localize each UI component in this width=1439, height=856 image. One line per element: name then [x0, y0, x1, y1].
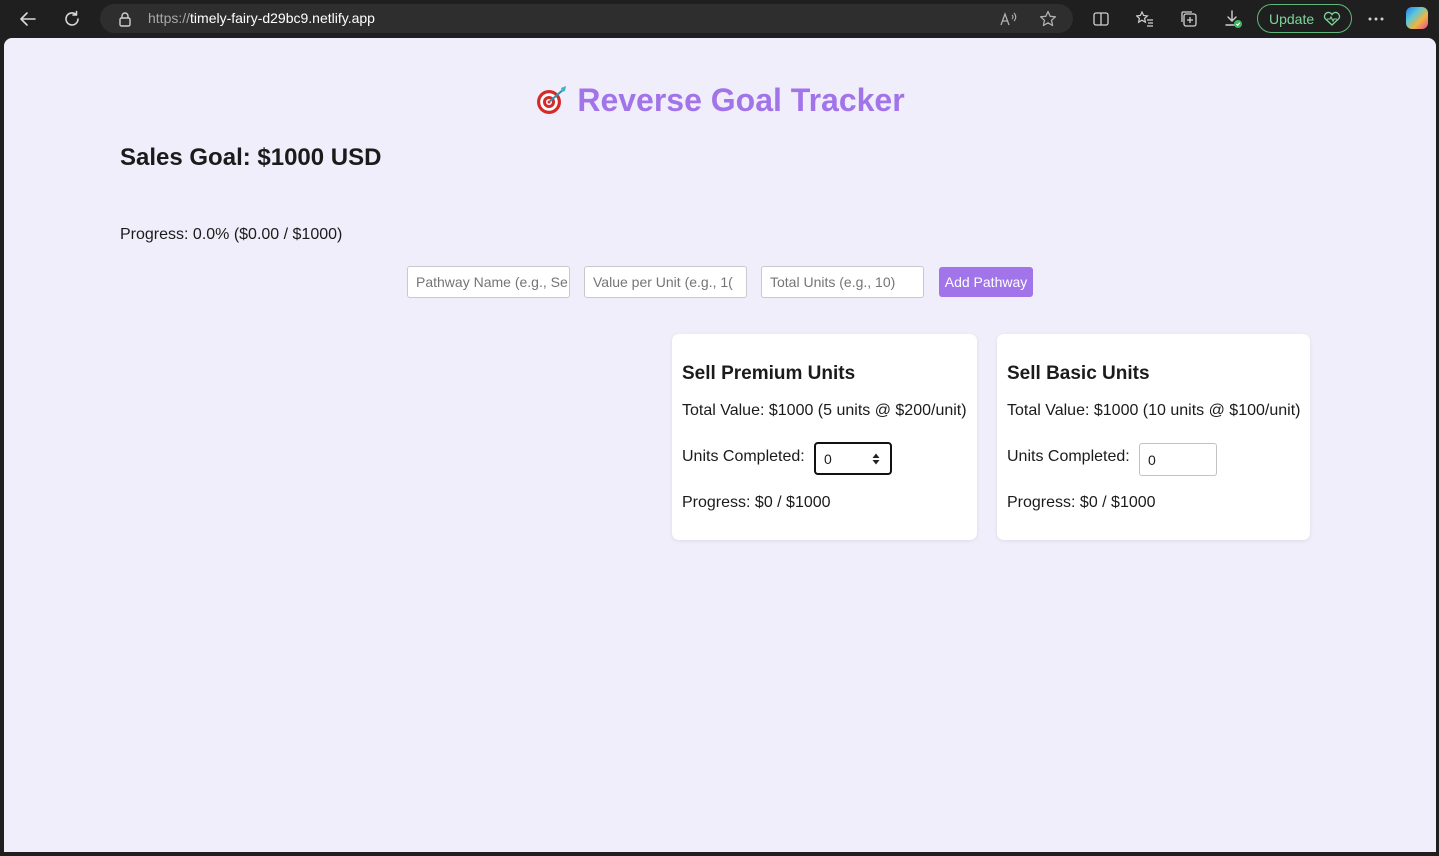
favorite-star-icon[interactable] — [1035, 6, 1061, 32]
units-completed-value: 0 — [1148, 451, 1156, 468]
favorites-icon[interactable] — [1131, 5, 1159, 33]
lock-icon[interactable] — [118, 11, 132, 27]
overall-progress-text: Progress: 0.0% ($0.00 / $1000) — [120, 226, 343, 243]
url-host: timely-fairy-d29bc9.netlify.app — [190, 10, 375, 26]
sales-goal-heading: Sales Goal: $1000 USD — [120, 144, 382, 171]
pathway-name-input[interactable]: Pathway Name (e.g., Se — [407, 266, 570, 298]
add-pathway-button[interactable]: Add Pathway — [939, 267, 1033, 297]
address-bar[interactable]: https://timely-fairy-d29bc9.netlify.app — [100, 4, 1073, 33]
update-label: Update — [1269, 10, 1315, 27]
read-aloud-icon[interactable] — [996, 6, 1022, 32]
back-icon[interactable] — [14, 5, 42, 33]
pathway-name-placeholder: Pathway Name (e.g., Se — [416, 274, 568, 290]
pathway-title: Sell Basic Units — [1007, 363, 1150, 384]
total-units-input[interactable]: Total Units (e.g., 10) — [761, 266, 924, 298]
pathway-total-value: Total Value: $1000 (10 units @ $100/unit… — [1007, 402, 1301, 419]
units-completed-label: Units Completed: — [1007, 448, 1130, 465]
update-button[interactable]: Update — [1257, 4, 1352, 33]
value-per-unit-input[interactable]: Value per Unit (e.g., 1( — [584, 266, 747, 298]
pathway-title: Sell Premium Units — [682, 363, 856, 384]
total-units-placeholder: Total Units (e.g., 10) — [770, 274, 896, 290]
pathway-card: Sell Basic Units Total Value: $1000 (10 … — [997, 334, 1310, 540]
pathway-card: Sell Premium Units Total Value: $1000 (5… — [672, 334, 977, 540]
units-completed-value: 0 — [824, 450, 832, 467]
page-viewport: Reverse Goal Tracker Sales Goal: $1000 U… — [4, 38, 1436, 852]
app-title-text: Reverse Goal Tracker — [577, 82, 905, 118]
refresh-icon[interactable] — [58, 5, 86, 33]
pathway-progress: Progress: $0 / $1000 — [1007, 494, 1156, 511]
downloads-icon[interactable] — [1219, 5, 1247, 33]
heart-icon — [1324, 11, 1341, 26]
units-completed-label: Units Completed: — [682, 448, 805, 465]
pathway-progress: Progress: $0 / $1000 — [682, 494, 831, 511]
url-protocol: https:// — [148, 10, 191, 26]
spinner-arrows-icon[interactable] — [872, 452, 880, 466]
browser-toolbar: https://timely-fairy-d29bc9.netlify.app … — [0, 0, 1439, 38]
copilot-icon[interactable] — [1406, 7, 1428, 29]
app-title: Reverse Goal Tracker — [4, 82, 1436, 119]
collections-icon[interactable] — [1175, 5, 1203, 33]
pathway-total-value: Total Value: $1000 (5 units @ $200/unit) — [682, 402, 967, 419]
url-text[interactable]: https://timely-fairy-d29bc9.netlify.app — [148, 10, 375, 26]
value-per-unit-placeholder: Value per Unit (e.g., 1( — [593, 274, 733, 290]
units-completed-input[interactable]: 0 — [1139, 443, 1217, 476]
target-icon — [535, 85, 569, 115]
split-screen-icon[interactable] — [1087, 5, 1115, 33]
units-completed-input[interactable]: 0 — [814, 442, 892, 475]
more-options-icon[interactable] — [1362, 5, 1390, 33]
